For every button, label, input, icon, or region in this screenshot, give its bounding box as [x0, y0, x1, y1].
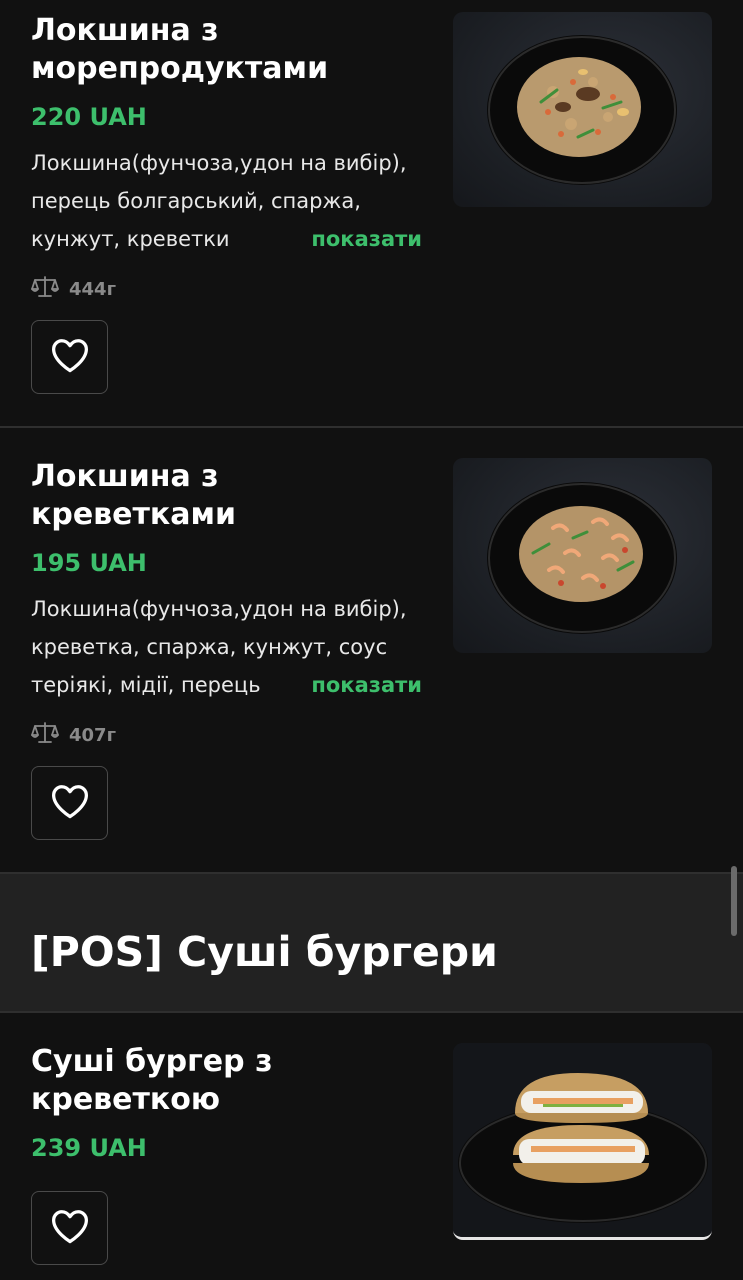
item-description: Локшина(фунчоза,удон на вибір), креветка…: [31, 590, 426, 704]
item-title: Суші бургер з креветкою: [31, 1044, 273, 1117]
section-title: [POS] Суші бургери: [31, 928, 498, 976]
item-description: Локшина(фунчоза,удон на вибір), перець б…: [31, 144, 426, 258]
favorite-button[interactable]: [31, 320, 108, 394]
scales-icon: [31, 275, 59, 304]
item-price: 220 UAH: [31, 103, 147, 131]
item-title: Локшина з морепродуктами: [31, 13, 329, 86]
category-section-header: [POS] Суші бургери: [0, 874, 743, 1011]
menu-page: Локшина з морепродуктами 220 UAH Локшина…: [0, 0, 743, 1280]
favorite-button[interactable]: [31, 1191, 108, 1265]
heart-outline-icon: [50, 783, 90, 823]
item-photo-sushi-burger[interactable]: [453, 1043, 712, 1240]
weight-value: 407г: [69, 724, 116, 746]
item-price: 239 UAH: [31, 1134, 147, 1162]
weight-value: 444г: [69, 278, 116, 300]
menu-item[interactable]: Локшина з морепродуктами 220 UAH Локшина…: [0, 0, 743, 426]
item-weight: 444г: [31, 275, 116, 304]
scrollbar-thumb[interactable]: [731, 866, 737, 936]
item-photo-seafood-noodles[interactable]: [453, 12, 712, 207]
heart-outline-icon: [50, 1208, 90, 1248]
scales-icon: [31, 721, 59, 750]
show-more-link[interactable]: показати: [265, 666, 422, 704]
heart-outline-icon: [50, 337, 90, 377]
favorite-button[interactable]: [31, 766, 108, 840]
menu-item[interactable]: Суші бургер з креветкою 239 UAH: [0, 1013, 743, 1280]
menu-item[interactable]: Локшина з креветками 195 UAH Локшина(фун…: [0, 428, 743, 872]
item-price: 195 UAH: [31, 549, 147, 577]
item-title: Локшина з креветками: [31, 459, 237, 532]
show-more-link[interactable]: показати: [265, 220, 422, 258]
item-photo-shrimp-noodles[interactable]: [453, 458, 712, 653]
item-weight: 407г: [31, 721, 116, 750]
